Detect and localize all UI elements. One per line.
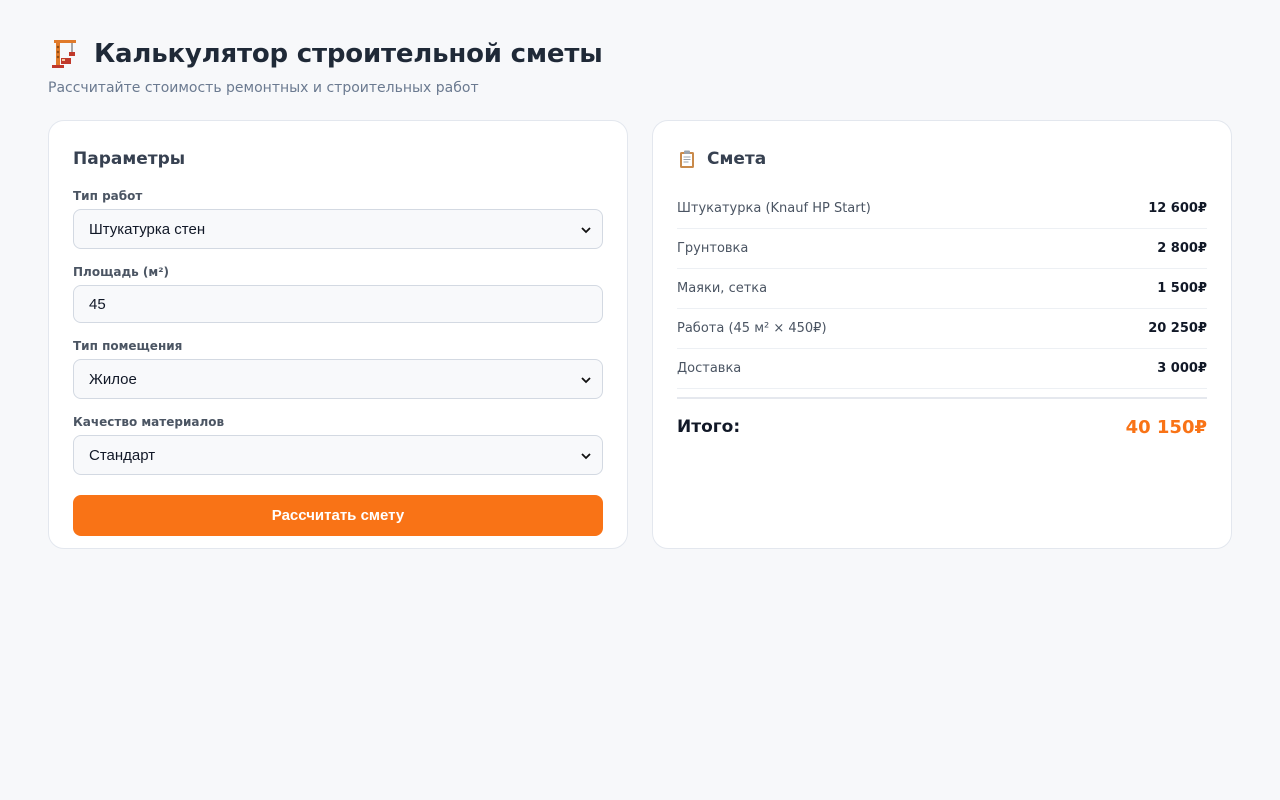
crane-icon [48, 38, 80, 70]
estimate-row: Маяки, сетка 1 500₽ [677, 269, 1207, 309]
page-subtitle: Рассчитайте стоимость ремонтных и строит… [48, 80, 479, 96]
estimate-item-name: Грунтовка [677, 241, 749, 256]
work-type-label: Тип работ [73, 189, 143, 203]
parameters-heading: Параметры [73, 149, 186, 169]
area-field: Площадь (м²) 45 [73, 265, 603, 323]
area-input[interactable]: 45 [73, 285, 603, 323]
room-type-label: Тип помещения [73, 339, 183, 353]
estimate-heading-row: Смета [677, 147, 1207, 171]
estimate-row: Доставка 3 000₽ [677, 349, 1207, 389]
room-type-select[interactable]: Жилое [73, 359, 603, 399]
parameters-card: Параметры Тип работ Штукатурка стен Площ… [48, 120, 628, 549]
work-type-select[interactable]: Штукатурка стен [73, 209, 603, 249]
work-type-value: Штукатурка стен [89, 220, 206, 238]
chevron-down-icon [580, 223, 592, 235]
chevron-down-icon [580, 373, 592, 385]
total-row: Итого: 40 150₽ [677, 415, 1207, 439]
estimate-item-name: Маяки, сетка [677, 281, 768, 296]
total-label: Итого: [677, 417, 741, 437]
estimate-item-price: 3 000₽ [1157, 361, 1207, 376]
estimate-item-price: 20 250₽ [1148, 321, 1207, 336]
estimate-heading: Смета [707, 149, 767, 169]
cards-container: Параметры Тип работ Штукатурка стен Площ… [48, 120, 1232, 549]
estimate-list: Штукатурка (Knauf HP Start) 12 600₽ Грун… [677, 189, 1207, 389]
chevron-down-icon [580, 449, 592, 461]
estimate-item-name: Доставка [677, 361, 742, 376]
estimate-row: Грунтовка 2 800₽ [677, 229, 1207, 269]
page: Калькулятор строительной сметы Рассчитай… [0, 0, 1280, 549]
total-divider [677, 397, 1207, 399]
estimate-card: Смета Штукатурка (Knauf HP Start) 12 600… [652, 120, 1232, 549]
quality-label: Качество материалов [73, 415, 225, 429]
estimate-item-name: Работа (45 м² × 450₽) [677, 321, 827, 336]
total-value: 40 150₽ [1125, 416, 1207, 438]
estimate-row: Штукатурка (Knauf HP Start) 12 600₽ [677, 189, 1207, 229]
estimate-item-price: 2 800₽ [1157, 241, 1207, 256]
area-value: 45 [89, 295, 106, 313]
quality-value: Стандарт [89, 446, 156, 464]
estimate-item-price: 1 500₽ [1157, 281, 1207, 296]
work-type-field: Тип работ Штукатурка стен [73, 189, 603, 249]
room-type-value: Жилое [89, 370, 137, 388]
quality-field: Качество материалов Стандарт [73, 415, 603, 475]
page-header: Калькулятор строительной сметы [48, 36, 1232, 72]
clipboard-icon [677, 149, 697, 169]
estimate-item-name: Штукатурка (Knauf HP Start) [677, 201, 871, 216]
room-type-field: Тип помещения Жилое [73, 339, 603, 399]
quality-select[interactable]: Стандарт [73, 435, 603, 475]
page-title: Калькулятор строительной сметы [94, 39, 603, 69]
calculate-button[interactable]: Рассчитать смету [73, 495, 603, 536]
estimate-item-price: 12 600₽ [1148, 201, 1207, 216]
estimate-row: Работа (45 м² × 450₽) 20 250₽ [677, 309, 1207, 349]
area-label: Площадь (м²) [73, 265, 169, 279]
